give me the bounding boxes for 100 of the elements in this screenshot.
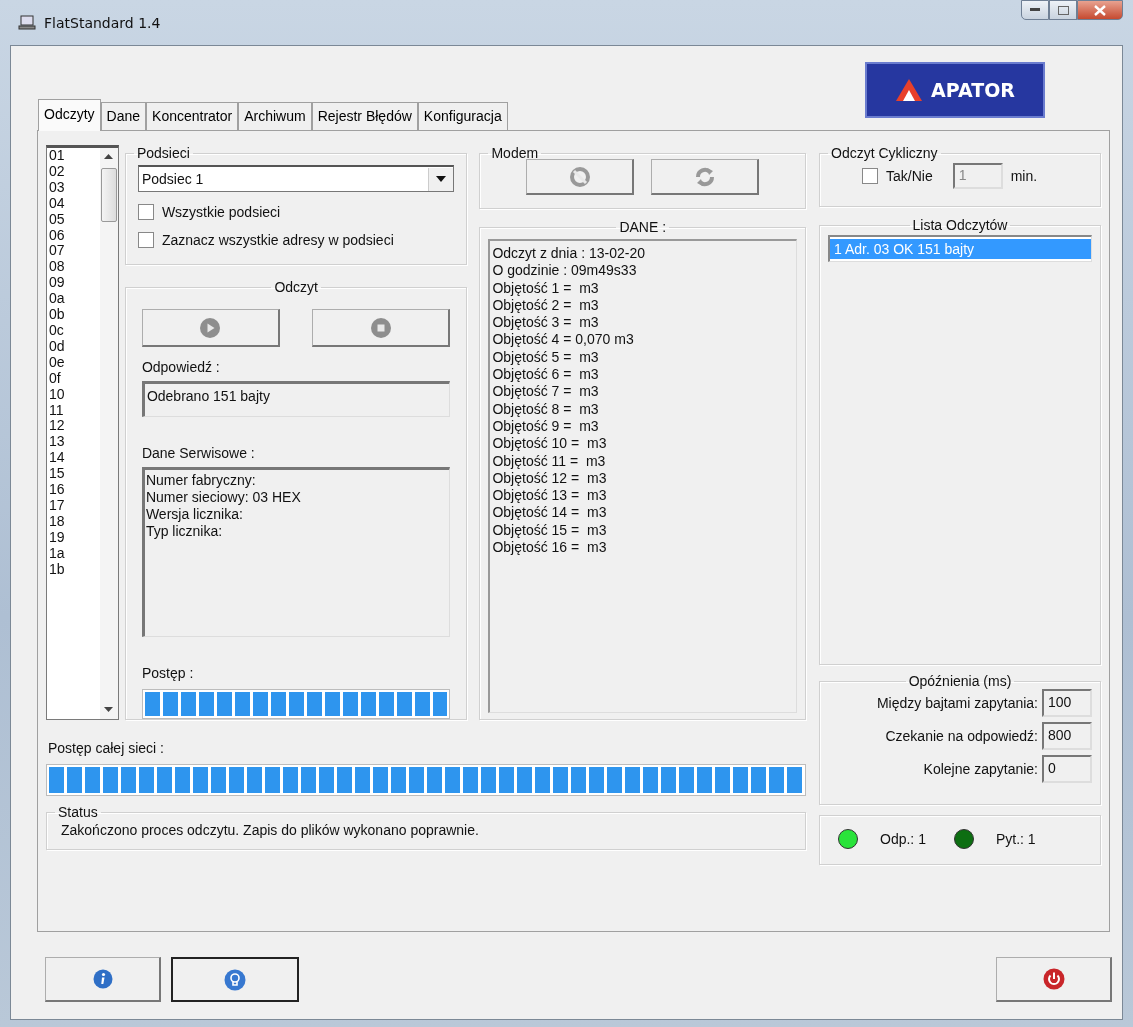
field-label: Między bajtami zapytania:	[876, 695, 1038, 711]
data-line: Objętość 12 = m3	[492, 469, 608, 488]
response-label: Odpowiedź :	[141, 359, 221, 375]
data-line: Objętość 7 = m3	[492, 383, 600, 401]
address-item[interactable]: 18	[47, 513, 100, 530]
data-line: Objętość 10 = m3	[492, 435, 608, 453]
service-data-line: Typ licznika:	[145, 523, 224, 540]
address-item[interactable]: 09	[47, 275, 100, 292]
field-label: Kolejne zapytanie:	[923, 761, 1038, 777]
data-line: Objętość 16 = m3	[492, 539, 608, 557]
group-title: Odczyt	[273, 279, 319, 295]
data-line: Objętość 14 = m3	[492, 504, 608, 522]
minimize-icon	[1030, 8, 1040, 12]
tab[interactable]: Dane	[100, 102, 147, 130]
address-list[interactable]: 01 02 03 04 05 06 07 08 09 0a 0b 0c 0d 0e 0f 10 11 12 13 14 15 16 17 18 19 1a 1b	[46, 145, 119, 720]
address-item[interactable]: 0f	[47, 370, 100, 387]
address-item[interactable]: 10	[47, 386, 100, 403]
network-progress-label: Postęp całej sieci :	[48, 740, 165, 756]
data-line: Objętość 8 = m3	[492, 400, 600, 418]
stop-button[interactable]	[312, 309, 451, 347]
window-title: FlatStandard 1.4	[44, 14, 161, 31]
address-item[interactable]: 01	[47, 148, 100, 164]
address-item[interactable]: 19	[47, 529, 100, 546]
data-line: Objętość 13 = m3	[492, 487, 608, 505]
address-item[interactable]: 0c	[47, 322, 100, 339]
address-item[interactable]: 0d	[47, 338, 100, 355]
data-line: Objętość 9 = m3	[492, 417, 600, 436]
tab[interactable]: Archiwum	[238, 102, 312, 130]
address-item[interactable]: 06	[47, 227, 100, 244]
address-item[interactable]: 04	[47, 195, 100, 212]
triangle-icon	[895, 78, 924, 102]
group-title: Podsieci	[135, 145, 191, 161]
group-title: Odczyt Cykliczny	[830, 145, 939, 161]
status-message: Zakończono proces odczytu. Zapis do plików wykonano poprawnie.	[60, 821, 480, 840]
address-item[interactable]: 17	[47, 497, 100, 514]
minimize-button[interactable]	[1021, 0, 1049, 20]
data-line: Objętość 4 = 0,070 m3	[492, 331, 635, 349]
help-button[interactable]	[171, 957, 299, 1002]
caret-icon	[436, 176, 447, 182]
address-item[interactable]: 11	[47, 402, 100, 419]
address-item[interactable]: 0a	[47, 291, 100, 308]
data-line: Objętość 1 = m3	[492, 279, 600, 297]
tab[interactable]: Rejestr Błędów	[311, 102, 418, 130]
input-field[interactable]: 100	[1042, 689, 1092, 717]
data-line: O godzinie : 09m49s33	[492, 262, 638, 280]
maximize-icon	[1057, 5, 1069, 15]
input-field[interactable]: 800	[1042, 722, 1092, 750]
data-line: Objętość 11 = m3	[492, 452, 607, 470]
data-line: Objętość 5 = m3	[492, 348, 600, 367]
tab[interactable]: Konfiguracja	[417, 102, 508, 130]
address-item[interactable]: 14	[47, 450, 100, 467]
address-item[interactable]: 12	[47, 418, 100, 435]
data-line: Objętość 2 = m3	[492, 296, 600, 315]
tab[interactable]: Odczyty	[38, 99, 101, 131]
checkbox-label: Wszystkie podsieci	[161, 204, 281, 220]
address-item[interactable]: 03	[47, 179, 100, 196]
scroll-thumb[interactable]	[100, 168, 117, 222]
indicator-label: Odp.: 1	[880, 831, 926, 847]
checkbox[interactable]	[862, 168, 878, 184]
power-button[interactable]	[996, 957, 1112, 1002]
address-item[interactable]: 0b	[47, 307, 100, 323]
address-item[interactable]: 13	[47, 434, 100, 451]
progress-label: Postęp :	[141, 665, 195, 681]
data-line: Objętość 15 = m3	[492, 521, 608, 540]
subnet-dropdown[interactable]: Podsiec 1	[137, 165, 455, 192]
play-icon	[199, 316, 222, 339]
service-data-line: Numer sieciowy: 03 HEX	[145, 489, 302, 506]
field-label: Czekanie na odpowiedź:	[885, 728, 1038, 744]
address-item[interactable]: 15	[47, 466, 100, 483]
checkbox[interactable]	[137, 232, 154, 248]
stop-icon	[369, 316, 392, 339]
address-item[interactable]: 16	[47, 482, 100, 498]
close-button[interactable]	[1077, 0, 1123, 20]
scroll-down-icon[interactable]	[104, 707, 114, 713]
address-item[interactable]: 02	[47, 163, 100, 180]
address-item[interactable]: 05	[47, 211, 100, 228]
info-button[interactable]	[45, 957, 161, 1002]
unit-label: min.	[1010, 168, 1038, 184]
group-title: Modem	[490, 145, 540, 161]
address-item[interactable]: 0e	[47, 354, 100, 371]
maximize-button[interactable]	[1049, 0, 1077, 20]
response-field: Odebrano 151 bajty	[141, 381, 451, 417]
address-item[interactable]: 1a	[47, 545, 100, 562]
data-line: Objętość 6 = m3	[492, 366, 600, 384]
input-field[interactable]: 0	[1042, 755, 1092, 783]
scrollbar[interactable]	[99, 148, 118, 719]
connect-button[interactable]	[526, 159, 635, 195]
checkbox-label: Zaznacz wszystkie adresy w podsieci	[161, 232, 394, 248]
tab[interactable]: Koncentrator	[146, 102, 239, 130]
scroll-up-icon[interactable]	[104, 154, 114, 160]
address-item[interactable]: 07	[47, 243, 100, 260]
lightbulb-icon	[224, 968, 246, 991]
reconnect-button[interactable]	[651, 159, 759, 195]
address-item[interactable]: 1b	[47, 561, 100, 578]
address-item[interactable]: 08	[47, 259, 100, 276]
checkbox[interactable]	[137, 204, 154, 220]
data-line: Odczyt z dnia : 13-02-20	[492, 245, 646, 263]
group-title: Opóźnienia (ms)	[907, 673, 1013, 689]
refresh-icon	[693, 165, 716, 188]
start-button[interactable]	[141, 309, 280, 347]
